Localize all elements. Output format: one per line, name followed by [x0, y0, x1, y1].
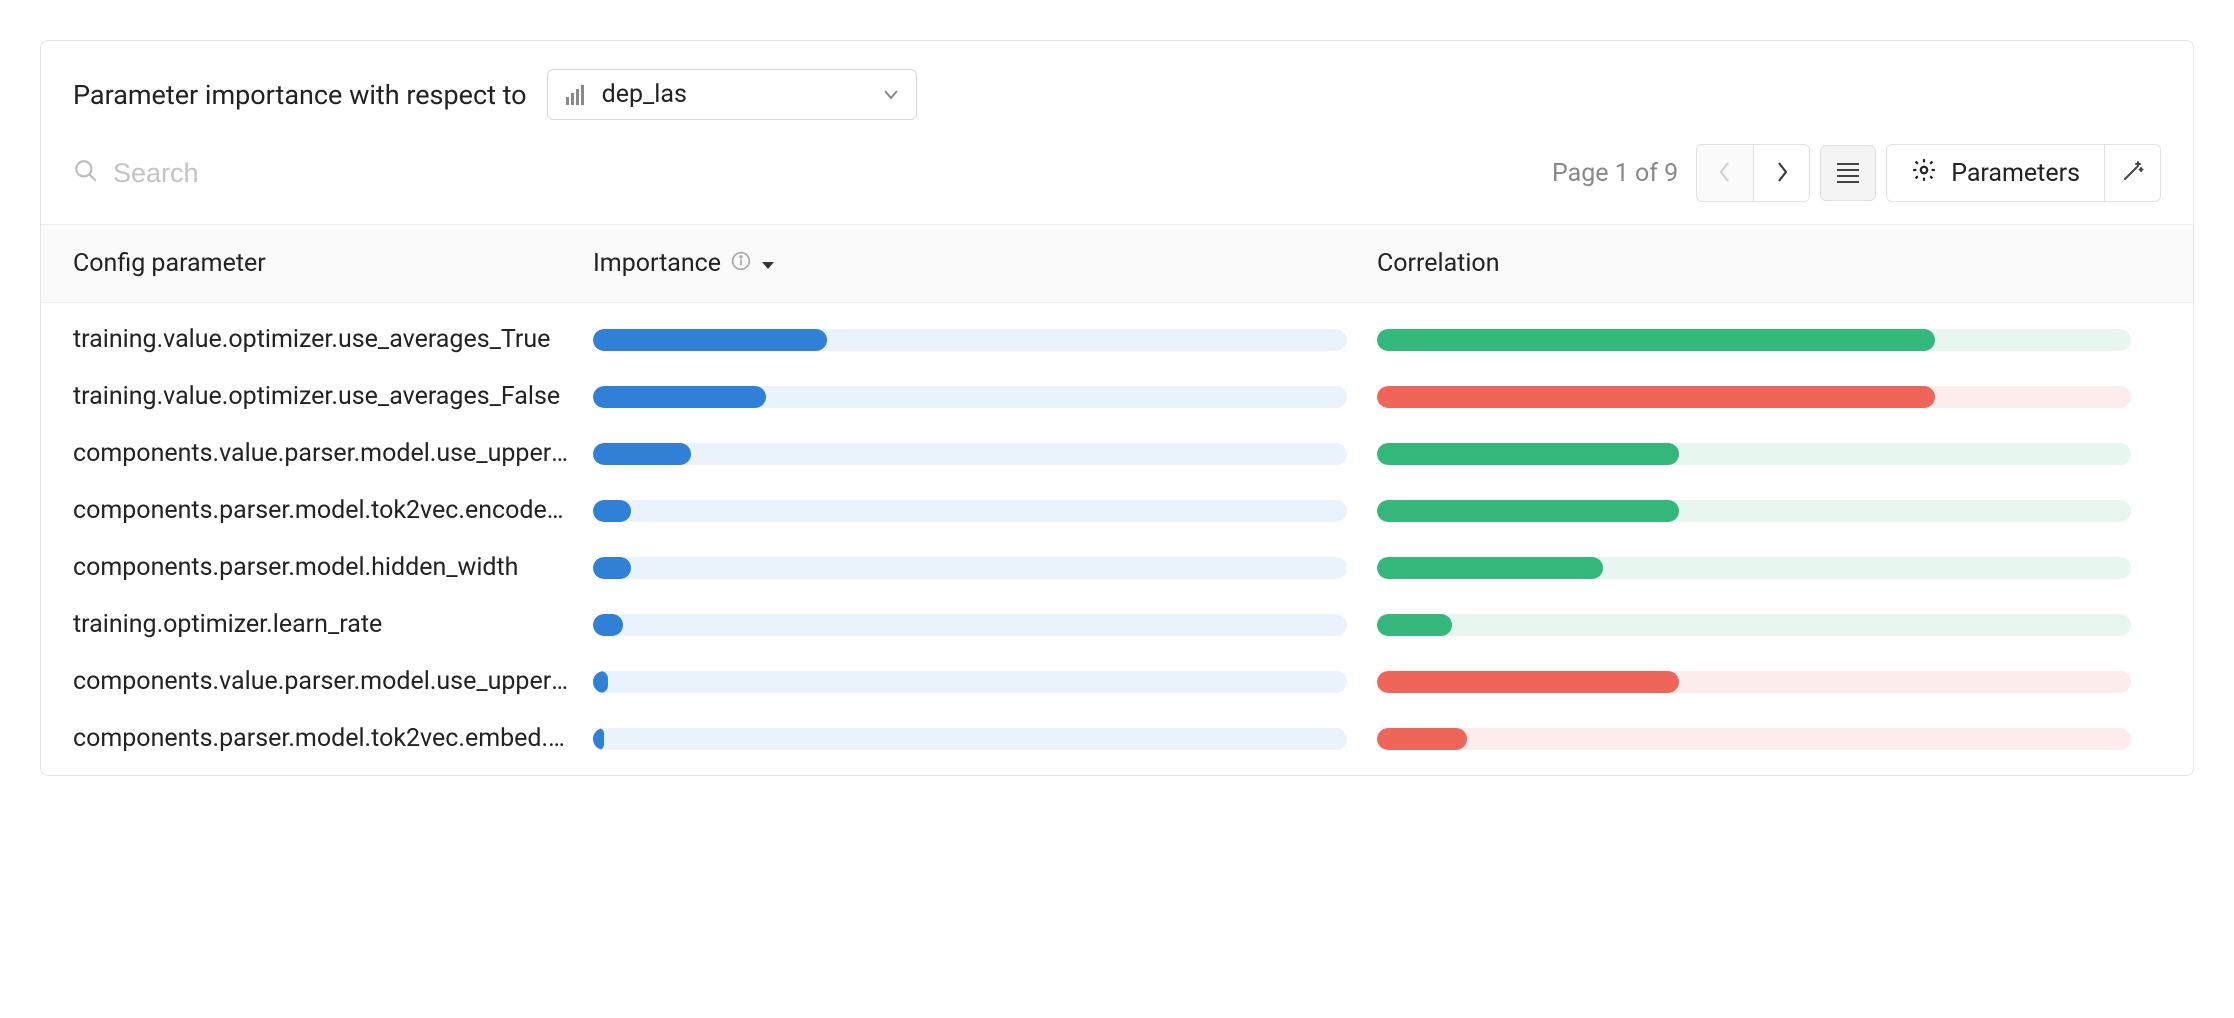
pager	[1696, 144, 1810, 202]
correlation-bar	[1377, 500, 2131, 522]
table-header: Config parameter Importance Correlation	[41, 224, 2193, 303]
importance-bar	[593, 500, 1347, 522]
col-importance-header[interactable]: Importance	[593, 249, 1377, 278]
table-row[interactable]: components.parser.model.tok2vec.embed.ro…	[41, 710, 2193, 767]
param-name: training.value.optimizer.use_averages_Tr…	[73, 325, 593, 354]
table-row[interactable]: training.value.optimizer.use_averages_Tr…	[41, 311, 2193, 368]
correlation-bar	[1377, 671, 2131, 693]
table-row[interactable]: components.value.parser.model.use_upper_…	[41, 425, 2193, 482]
chevron-right-icon	[1775, 161, 1789, 186]
metric-select[interactable]: dep_las	[547, 69, 917, 120]
param-name: training.optimizer.learn_rate	[73, 610, 593, 639]
table-row[interactable]: components.parser.model.tok2vec.encode.d…	[41, 482, 2193, 539]
correlation-bar	[1377, 614, 2131, 636]
importance-bar	[593, 728, 1347, 750]
table-row[interactable]: training.optimizer.learn_rate	[41, 596, 2193, 653]
info-icon[interactable]	[731, 249, 751, 278]
col-config-header[interactable]: Config parameter	[73, 249, 593, 278]
page-indicator: Page 1 of 9	[1552, 159, 1678, 188]
chevron-left-icon	[1718, 161, 1732, 186]
metric-select-label: dep_las	[602, 80, 870, 109]
param-name: components.value.parser.model.use_upper_…	[73, 439, 593, 468]
list-dense-icon	[1835, 161, 1861, 186]
chevron-down-icon	[884, 85, 898, 104]
density-toggle-button[interactable]	[1820, 145, 1876, 201]
importance-bar	[593, 557, 1347, 579]
bar-chart-icon	[566, 85, 588, 105]
table-row[interactable]: components.value.parser.model.use_upper_…	[41, 653, 2193, 710]
parameters-button[interactable]: Parameters	[1887, 145, 2104, 201]
col-importance-label: Importance	[593, 249, 721, 278]
parameters-magic-button[interactable]	[2104, 145, 2160, 201]
importance-bar	[593, 443, 1347, 465]
correlation-bar	[1377, 557, 2131, 579]
search-input[interactable]	[111, 157, 1542, 190]
magic-wand-icon	[2121, 159, 2145, 187]
importance-bar	[593, 386, 1347, 408]
param-name: components.parser.model.tok2vec.encode.d…	[73, 496, 593, 525]
table-row[interactable]: training.value.optimizer.use_averages_Fa…	[41, 368, 2193, 425]
next-page-button[interactable]	[1753, 145, 1809, 201]
param-name: components.parser.model.tok2vec.embed.ro…	[73, 724, 593, 753]
panel-heading: Parameter importance with respect to	[73, 79, 527, 111]
importance-bar	[593, 671, 1347, 693]
param-name: training.value.optimizer.use_averages_Fa…	[73, 382, 593, 411]
col-config-label: Config parameter	[73, 249, 266, 278]
correlation-bar	[1377, 386, 2131, 408]
table-row[interactable]: components.parser.model.hidden_width	[41, 539, 2193, 596]
col-correlation-header[interactable]: Correlation	[1377, 249, 2161, 278]
parameters-button-group: Parameters	[1886, 144, 2161, 202]
importance-bar	[593, 614, 1347, 636]
col-correlation-label: Correlation	[1377, 249, 1500, 278]
panel-heading-row: Parameter importance with respect to dep…	[73, 69, 2161, 120]
correlation-bar	[1377, 728, 2131, 750]
correlation-bar	[1377, 443, 2131, 465]
correlation-bar	[1377, 329, 2131, 351]
gear-icon	[1911, 157, 1937, 190]
sort-desc-icon	[761, 249, 775, 278]
param-name: components.parser.model.hidden_width	[73, 553, 593, 582]
search-icon	[73, 158, 99, 188]
prev-page-button[interactable]	[1697, 145, 1753, 201]
param-name: components.value.parser.model.use_upper_…	[73, 667, 593, 696]
parameter-importance-panel: Parameter importance with respect to dep…	[40, 40, 2194, 776]
importance-bar	[593, 329, 1347, 351]
search-field[interactable]	[73, 157, 1542, 190]
table-body: training.value.optimizer.use_averages_Tr…	[41, 303, 2193, 775]
parameters-button-label: Parameters	[1951, 159, 2080, 188]
